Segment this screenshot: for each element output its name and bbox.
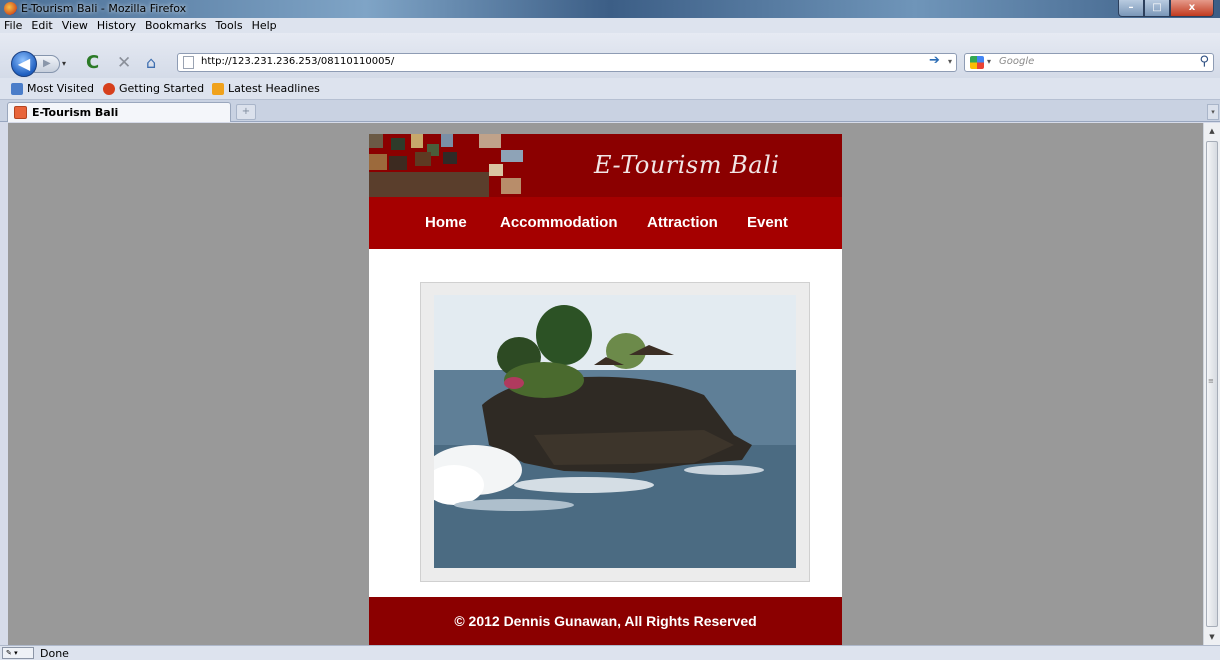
menu-history[interactable]: History [97, 18, 136, 33]
search-bar[interactable]: ▾ Google ⚲ [964, 53, 1214, 72]
featured-photo [434, 295, 796, 568]
tab-list-button[interactable]: ▾ [1207, 104, 1219, 120]
back-button[interactable]: ◀ [11, 51, 37, 77]
status-pen-icon[interactable]: ✎ ▾ [2, 647, 34, 659]
url-dropdown-icon[interactable]: ▾ [948, 57, 952, 66]
menu-bar: File Edit View History Bookmarks Tools H… [0, 18, 1220, 33]
nav-attraction-link[interactable]: Attraction [647, 214, 718, 231]
forward-button[interactable]: ▶ [34, 55, 60, 73]
site-page: E-Tourism Bali Home Accommodation Attrac… [369, 134, 842, 645]
menu-edit[interactable]: Edit [31, 18, 52, 33]
tab-favicon-icon [14, 106, 27, 119]
scroll-grip-icon: ≡ [1208, 377, 1214, 385]
vertical-scrollbar[interactable]: ▲ ≡ ▼ [1203, 123, 1220, 645]
site-navigation: Home Accommodation Attraction Event [369, 197, 842, 249]
site-footer: © 2012 Dennis Gunawan, All Rights Reserv… [369, 597, 842, 645]
status-text: Done [40, 647, 69, 660]
window-controls: – □ x [1118, 0, 1214, 17]
menu-bookmarks[interactable]: Bookmarks [145, 18, 206, 33]
google-icon[interactable] [970, 56, 984, 69]
window-title-bar[interactable]: E-Tourism Bali - Mozilla Firefox – □ x [0, 0, 1220, 18]
featured-photo-frame [420, 282, 810, 582]
getting-started-icon [103, 82, 115, 95]
new-tab-button[interactable]: + [236, 104, 256, 120]
reload-icon[interactable]: C [86, 52, 99, 73]
history-dropdown-icon[interactable]: ▾ [62, 59, 66, 68]
site-title: E-Tourism Bali [594, 151, 780, 179]
bookmark-most-visited[interactable]: Most Visited [11, 82, 94, 95]
nav-event-link[interactable]: Event [747, 214, 788, 231]
rss-icon [212, 82, 224, 95]
bookmarks-toolbar: Most Visited Getting Started Latest Head… [0, 78, 1220, 100]
nav-accommodation-link[interactable]: Accommodation [500, 214, 618, 231]
menu-file[interactable]: File [4, 18, 22, 33]
page-icon [183, 56, 194, 69]
content-viewport: E-Tourism Bali Home Accommodation Attrac… [8, 123, 1203, 645]
minimize-button[interactable]: – [1118, 0, 1144, 17]
footer-copyright: © 2012 Dennis Gunawan, All Rights Reserv… [454, 613, 757, 629]
maximize-button[interactable]: □ [1144, 0, 1170, 17]
url-text[interactable]: http://123.231.236.253/08110110005/ [201, 56, 394, 67]
bookmark-latest-headlines[interactable]: Latest Headlines [212, 82, 320, 95]
home-icon[interactable]: ⌂ [146, 53, 156, 72]
scroll-up-icon[interactable]: ▲ [1204, 123, 1220, 139]
stop-icon[interactable]: ✕ [117, 53, 131, 73]
nav-home-link[interactable]: Home [425, 214, 467, 231]
scroll-down-icon[interactable]: ▼ [1204, 629, 1220, 645]
close-button[interactable]: x [1170, 0, 1214, 17]
menu-tools[interactable]: Tools [215, 18, 242, 33]
menu-view[interactable]: View [62, 18, 88, 33]
window-title: E-Tourism Bali - Mozilla Firefox [21, 2, 187, 15]
tab-label: E-Tourism Bali [32, 106, 119, 119]
url-bar[interactable]: http://123.231.236.253/08110110005/ [177, 53, 957, 72]
status-bar: ✎ ▾ Done [0, 645, 1220, 660]
firefox-icon [4, 2, 17, 15]
tab-e-tourism-bali[interactable]: E-Tourism Bali [7, 102, 231, 122]
temple-island-illustration [434, 295, 796, 568]
search-placeholder[interactable]: Google [999, 56, 1034, 67]
bookmark-getting-started[interactable]: Getting Started [103, 82, 204, 95]
search-engine-dropdown-icon[interactable]: ▾ [987, 57, 991, 66]
search-icon[interactable]: ⚲ [1199, 54, 1209, 69]
header-photo-mosaic [369, 134, 524, 197]
go-arrow-icon[interactable]: ➔ [929, 53, 940, 68]
menu-help[interactable]: Help [252, 18, 277, 33]
site-header: E-Tourism Bali [369, 134, 842, 197]
most-visited-icon [11, 82, 23, 95]
